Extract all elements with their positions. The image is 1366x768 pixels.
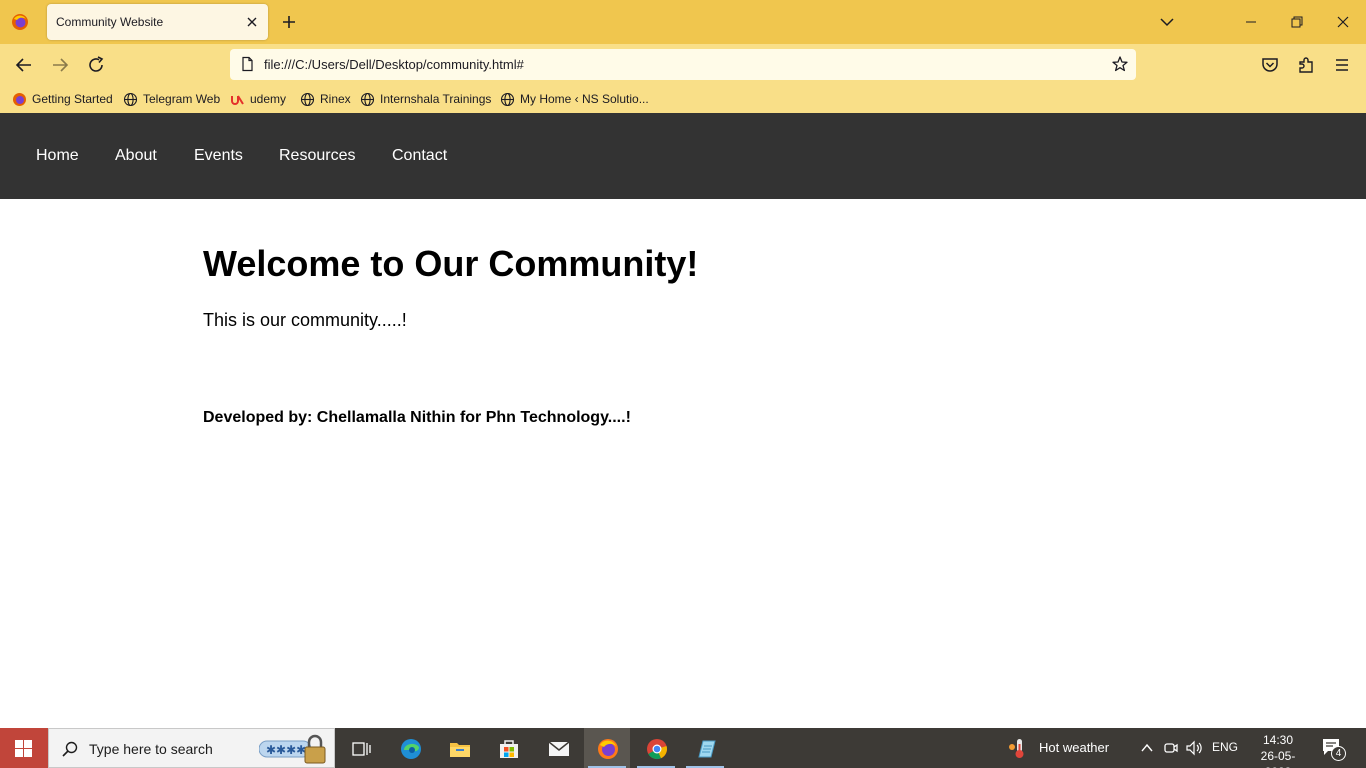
bookmark-label: Getting Started (32, 92, 113, 106)
globe-icon (360, 92, 375, 106)
bookmark-label: Internshala Trainings (380, 92, 492, 106)
browser-toolbar: file:///C:/Users/Dell/Desktop/community.… (0, 44, 1366, 86)
page-heading: Welcome to Our Community! (203, 243, 699, 284)
restore-icon[interactable] (1287, 12, 1307, 32)
pocket-icon[interactable] (1259, 54, 1281, 76)
bookmark-my-home[interactable]: My Home ‹ NS Solutio... (500, 90, 649, 108)
task-view-icon (352, 742, 371, 756)
new-tab-icon[interactable] (280, 13, 298, 31)
firefox-app[interactable] (584, 728, 630, 768)
bookmark-label: udemy (250, 92, 287, 106)
globe-icon (300, 92, 315, 106)
search-icon (62, 741, 78, 757)
bookmark-telegram-web[interactable]: Telegram Web (123, 90, 220, 108)
taskbar: Type here to search ✱✱✱✱ Hot weather ENG… (0, 728, 1366, 768)
url-bar[interactable]: file:///C:/Users/Dell/Desktop/community.… (230, 49, 1136, 80)
clock[interactable]: 14:30 26-05-2023 (1248, 732, 1308, 768)
bookmark-rinex[interactable]: Rinex (300, 90, 351, 108)
minimize-icon[interactable] (1241, 12, 1261, 32)
thermometer-icon (1009, 739, 1024, 758)
developer-credit: Developed by: Chellamalla Nithin for Phn… (203, 409, 631, 426)
nav-contact-link[interactable]: Contact (392, 147, 447, 165)
start-button[interactable] (0, 728, 48, 768)
notification-center-button[interactable]: 4 (1320, 736, 1346, 761)
globe-icon (500, 92, 515, 106)
site-nav: Home About Events Resources Contact (0, 113, 1366, 199)
weather-text: Hot weather (1039, 740, 1110, 755)
udemy-icon (231, 94, 244, 105)
bookmark-internshala[interactable]: Internshala Trainings (360, 90, 491, 108)
store-icon (500, 740, 518, 758)
svg-text:✱✱✱✱: ✱✱✱✱ (266, 743, 306, 757)
volume-icon[interactable] (1185, 740, 1203, 756)
back-icon[interactable] (13, 54, 35, 76)
url-text: file:///C:/Users/Dell/Desktop/community.… (264, 57, 524, 72)
window-close-icon[interactable] (1333, 12, 1353, 32)
nav-home-link[interactable]: Home (36, 147, 79, 165)
meet-icon[interactable] (1163, 740, 1179, 756)
notification-count-badge: 4 (1331, 746, 1346, 761)
store-app[interactable] (485, 728, 531, 768)
folder-icon (450, 743, 470, 757)
notepad-icon (698, 740, 716, 758)
bookmark-star-icon[interactable] (1111, 55, 1129, 73)
menu-icon[interactable] (1331, 54, 1353, 76)
password-lock-icon: ✱✱✱✱ (259, 734, 326, 764)
globe-icon (123, 92, 138, 106)
language-indicator[interactable]: ENG (1212, 740, 1238, 754)
clock-time: 14:30 (1262, 733, 1294, 747)
mail-icon (548, 741, 570, 756)
bookmark-udemy[interactable]: udemy (230, 90, 286, 108)
bookmark-label: Rinex (320, 92, 351, 106)
tab-strip: Community Website (0, 0, 1366, 44)
edge-app[interactable] (387, 728, 433, 768)
forward-icon[interactable] (49, 54, 71, 76)
firefox-icon (13, 92, 26, 106)
chrome-app[interactable] (633, 728, 679, 768)
browser-tab[interactable]: Community Website (47, 4, 268, 40)
clock-date: 26-05-2023 (1260, 749, 1296, 768)
firefox-icon (598, 739, 618, 759)
nav-about-link[interactable]: About (115, 147, 157, 165)
taskbar-search[interactable]: Type here to search ✱✱✱✱ (48, 728, 335, 768)
chevron-up-icon[interactable] (1139, 740, 1155, 756)
file-explorer-app[interactable] (436, 728, 482, 768)
nav-events-link[interactable]: Events (194, 147, 243, 165)
windows-icon (15, 740, 32, 757)
mail-app[interactable] (535, 728, 581, 768)
search-placeholder: Type here to search (89, 741, 213, 757)
intro-text: This is our community.....! (203, 310, 407, 330)
nav-resources-link[interactable]: Resources (279, 147, 355, 165)
firefox-icon[interactable] (11, 13, 29, 31)
close-tab-icon[interactable] (244, 14, 260, 30)
bookmark-label: My Home ‹ NS Solutio... (520, 92, 649, 106)
tab-title: Community Website (56, 15, 164, 29)
bookmark-getting-started[interactable]: Getting Started (12, 90, 113, 108)
bookmarks-toolbar: Getting Started Telegram Web udemy Rinex… (0, 86, 1366, 113)
page-icon (242, 56, 253, 72)
chevron-down-icon[interactable] (1158, 13, 1176, 31)
bookmark-label: Telegram Web (143, 92, 221, 106)
task-view-button[interactable] (337, 728, 383, 768)
chrome-icon (647, 739, 667, 760)
reload-icon[interactable] (85, 54, 107, 76)
edge-icon (401, 739, 421, 759)
notepad-app[interactable] (682, 728, 728, 768)
main-content: Welcome to Our Community! This is our co… (203, 243, 1163, 427)
extensions-icon[interactable] (1295, 54, 1317, 76)
